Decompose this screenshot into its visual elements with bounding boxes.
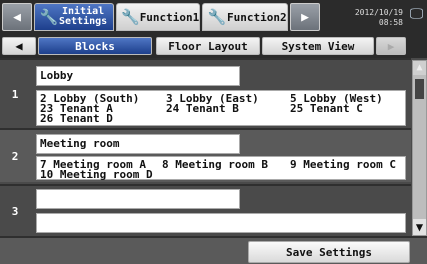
- tab-initial-settings[interactable]: 🔧 Initial Settings: [34, 3, 114, 31]
- block-row-3[interactable]: 3: [0, 184, 411, 236]
- block-name-field[interactable]: Meeting room: [36, 134, 240, 154]
- top-tab-bar: ◀ 🔧 Initial Settings 🔧 Function1 🔧 Funct…: [0, 0, 427, 34]
- block-number: 3: [11, 204, 19, 218]
- block-name-field[interactable]: [36, 189, 240, 209]
- save-settings-label: Save Settings: [285, 245, 373, 259]
- block-members-list[interactable]: 7 Meeting room A 8 Meeting room B 9 Meet…: [36, 156, 406, 180]
- tab-label: System View: [281, 39, 355, 53]
- wrench-icon: 🔧: [121, 8, 140, 26]
- triangle-left-icon: ◀: [13, 9, 21, 25]
- vertical-scrollbar[interactable]: ▲ ▼: [412, 60, 427, 236]
- bottom-bar: Save Settings: [0, 236, 427, 264]
- tab-function1[interactable]: 🔧 Function1: [116, 3, 200, 31]
- sub-next-button[interactable]: ▶: [376, 37, 406, 55]
- triangle-right-icon: ▶: [301, 9, 309, 25]
- tab-function2[interactable]: 🔧 Function2: [202, 3, 288, 31]
- sub-prev-button[interactable]: ◀: [2, 37, 36, 55]
- tab-label: Function2: [227, 10, 287, 24]
- block-row-2[interactable]: 2 Meeting room 7 Meeting room A 8 Meetin…: [0, 128, 411, 182]
- tab-system-view[interactable]: System View: [262, 37, 374, 55]
- prev-tab-button[interactable]: ◀: [2, 3, 32, 31]
- member-item: 10 Meeting room D: [40, 168, 153, 181]
- block-members-list[interactable]: [36, 213, 406, 233]
- monitor-icon[interactable]: 🖵: [408, 6, 425, 26]
- block-number: 2: [11, 149, 19, 163]
- member-item: 9 Meeting room C: [290, 158, 396, 171]
- save-settings-button[interactable]: Save Settings: [248, 241, 410, 263]
- date-text: 2012/10/19: [354, 8, 403, 17]
- triangle-right-icon: ▶: [387, 39, 395, 53]
- scroll-thumb[interactable]: [415, 79, 424, 99]
- tab-label: Function1: [139, 10, 200, 24]
- block-name-field[interactable]: Lobby: [36, 66, 240, 86]
- datetime-display: 2012/10/19 08:58: [322, 3, 406, 31]
- scroll-down-icon[interactable]: ▼: [413, 219, 426, 235]
- scroll-up-icon[interactable]: ▲: [413, 61, 426, 75]
- tab-floor-layout[interactable]: Floor Layout: [156, 37, 260, 55]
- screen: ◀ 🔧 Initial Settings 🔧 Function1 🔧 Funct…: [0, 0, 427, 264]
- tab-blocks[interactable]: Blocks: [38, 37, 152, 55]
- wrench-icon: 🔧: [39, 8, 59, 26]
- tab-label-line2: Settings: [59, 16, 108, 27]
- block-number: 1: [11, 87, 19, 101]
- block-members-list[interactable]: 2 Lobby (South) 3 Lobby (East) 5 Lobby (…: [36, 90, 406, 126]
- triangle-left-icon: ◀: [15, 39, 23, 53]
- member-item: 25 Tenant C: [290, 102, 363, 115]
- member-item: 24 Tenant B: [166, 102, 239, 115]
- wrench-icon: 🔧: [207, 8, 227, 26]
- next-tab-button[interactable]: ▶: [290, 3, 320, 31]
- block-row-1[interactable]: 1 Lobby 2 Lobby (South) 3 Lobby (East) 5…: [0, 58, 411, 128]
- sub-tab-bar: ◀ Blocks Floor Layout System View ▶: [0, 34, 427, 58]
- tab-label: Blocks: [75, 39, 115, 53]
- member-item: 8 Meeting room B: [162, 158, 268, 171]
- tab-label: Floor Layout: [168, 39, 248, 53]
- time-text: 08:58: [378, 18, 403, 27]
- member-item: 26 Tenant D: [40, 112, 113, 125]
